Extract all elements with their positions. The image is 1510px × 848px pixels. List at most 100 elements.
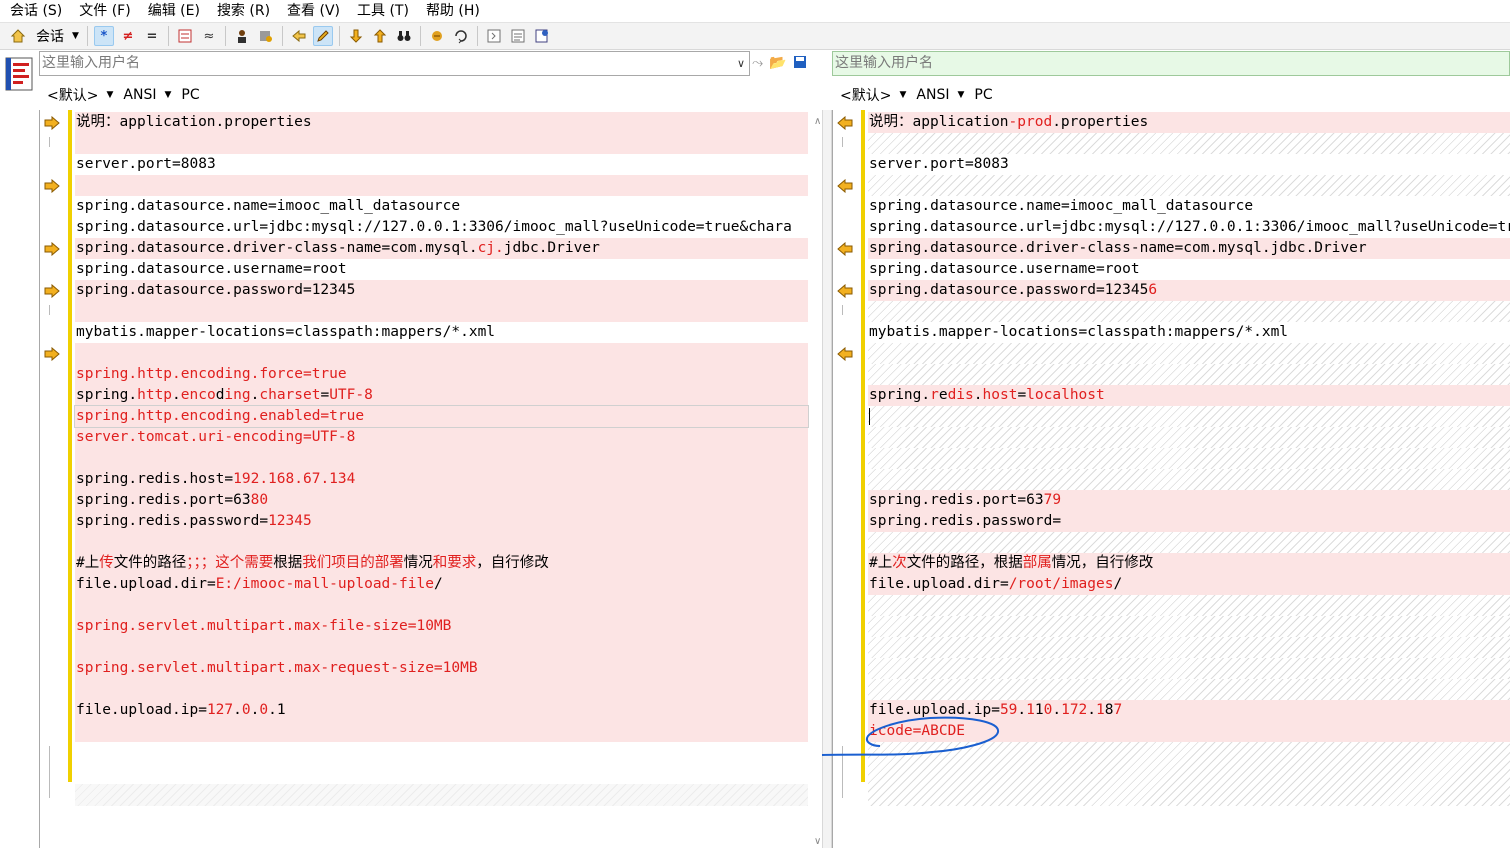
menu-search[interactable]: 搜索 (R)	[207, 0, 277, 22]
diff-line[interactable]	[868, 427, 1510, 448]
diff-line[interactable]: file.upload.dir=E:/imooc-mall-upload-fil…	[75, 574, 808, 595]
open-folder-icon[interactable]: 📂	[769, 55, 786, 73]
diff-line[interactable]: spring.datasource.name=imooc_mall_dataso…	[868, 196, 1510, 217]
menu-help[interactable]: 帮助 (H)	[416, 0, 487, 22]
diff-line[interactable]	[868, 301, 1510, 322]
rules-icon[interactable]	[232, 26, 252, 46]
chevron-down-icon[interactable]: ∨	[737, 52, 745, 75]
copy-right-arrow-icon[interactable]	[44, 116, 60, 130]
swap-icon[interactable]	[427, 26, 447, 46]
right-line-ending[interactable]: PC	[974, 87, 992, 103]
copy-right-arrow-icon[interactable]	[44, 347, 60, 361]
right-profile[interactable]: <默认>	[840, 85, 891, 105]
diff-line[interactable]: spring.redis.port=6380	[75, 490, 808, 511]
diff-line[interactable]: file.upload.ip=59.110.172.187	[868, 700, 1510, 721]
swap-arrow-icon[interactable]: ⤳	[752, 55, 763, 73]
diff-line[interactable]: icode=ABCDE	[868, 721, 1510, 742]
copy-left-arrow-icon[interactable]	[837, 242, 853, 256]
menu-edit[interactable]: 编辑 (E)	[138, 0, 207, 22]
diff-line[interactable]: #上次文件的路径，根据部属情况，自行修改	[868, 553, 1510, 574]
chevron-down-icon[interactable]: ▼	[164, 90, 171, 100]
diff-line[interactable]	[75, 448, 808, 469]
back-arrow-icon[interactable]	[289, 26, 309, 46]
diff-line[interactable]: spring.http.encoding.force=true	[75, 364, 808, 385]
diff-line[interactable]	[868, 406, 1510, 427]
show-all-icon[interactable]: *	[93, 26, 114, 46]
diff-line[interactable]: mybatis.mapper-locations=classpath:mappe…	[75, 322, 808, 343]
scroll-down-icon[interactable]: ∨	[814, 836, 821, 847]
diff-line[interactable]	[868, 343, 1510, 364]
diff-line[interactable]: server.port=8083	[868, 154, 1510, 175]
diff-line[interactable]	[868, 133, 1510, 154]
copy-right-arrow-icon[interactable]	[44, 179, 60, 193]
diff-line[interactable]: spring.http.encoding.enabled=true	[74, 405, 809, 428]
menu-view[interactable]: 查看 (V)	[277, 0, 347, 22]
copy-left-arrow-icon[interactable]	[837, 347, 853, 361]
chevron-down-icon[interactable]: ▼	[106, 90, 113, 100]
diff-line[interactable]	[868, 679, 1510, 700]
prev-diff-icon[interactable]	[370, 26, 390, 46]
diff-line[interactable]: spring.datasource.name=imooc_mall_dataso…	[75, 196, 808, 217]
copy-left-arrow-icon[interactable]	[837, 116, 853, 130]
diff-line[interactable]: 说明：application-prod.properties	[868, 112, 1510, 133]
diff-line[interactable]: spring.redis.password=12345	[75, 511, 808, 532]
menu-tools[interactable]: 工具 (T)	[347, 0, 416, 22]
diff-line[interactable]	[868, 532, 1510, 553]
diff-line[interactable]: spring.redis.host=localhost	[868, 385, 1510, 406]
diff-line[interactable]: spring.redis.port=6379	[868, 490, 1510, 511]
show-diff-icon[interactable]: ≠	[118, 26, 138, 46]
diff-line[interactable]	[868, 616, 1510, 637]
diff-line[interactable]	[75, 679, 808, 700]
diff-line[interactable]: spring.redis.host=192.168.67.134	[75, 469, 808, 490]
chevron-down-icon[interactable]: ▼	[957, 90, 964, 100]
diff-line[interactable]: spring.datasource.url=jdbc:mysql://127.0…	[75, 217, 808, 238]
diff-line[interactable]: spring.datasource.username=root	[868, 259, 1510, 280]
diff-line[interactable]: spring.datasource.password=12345	[75, 280, 808, 301]
diff-line[interactable]	[75, 595, 808, 616]
menu-session[interactable]: 会话 (S)	[0, 0, 69, 22]
diff-line[interactable]: #上传文件的路径；；；这个需要根据我们项目的部署情况和要求，自行修改	[75, 553, 808, 574]
find-binoculars-icon[interactable]	[394, 26, 414, 46]
diff-line[interactable]: server.port=8083	[75, 154, 808, 175]
diff-line[interactable]	[75, 532, 808, 553]
diff-line[interactable]	[75, 301, 808, 322]
diff-line[interactable]	[868, 469, 1510, 490]
diff-line[interactable]: spring.redis.password=	[868, 511, 1510, 532]
diff-line[interactable]: spring.servlet.multipart.max-request-siz…	[75, 658, 808, 679]
diff-line[interactable]: file.upload.ip=127.0.0.1	[75, 700, 808, 721]
diff-line[interactable]: spring.datasource.url=jdbc:mysql://127.0…	[868, 217, 1510, 238]
home-icon[interactable]	[8, 26, 28, 46]
left-profile[interactable]: <默认>	[47, 85, 98, 105]
save-icon[interactable]	[793, 55, 807, 73]
diff-line[interactable]: spring.datasource.driver-class-name=com.…	[868, 238, 1510, 259]
diff-line[interactable]	[868, 448, 1510, 469]
right-encoding[interactable]: ANSI	[916, 87, 949, 103]
copy-right-arrow-icon[interactable]	[44, 284, 60, 298]
copy-right-arrow-icon[interactable]	[44, 242, 60, 256]
copy-left-arrow-icon[interactable]	[837, 179, 853, 193]
copy-left-arrow-icon[interactable]	[837, 284, 853, 298]
left-text-pane[interactable]: 说明：application.properties server.port=808…	[39, 110, 822, 848]
show-same-icon[interactable]: =	[142, 26, 162, 46]
diff-line[interactable]: spring.datasource.username=root	[75, 259, 808, 280]
refresh-icon[interactable]	[451, 26, 471, 46]
left-line-ending[interactable]: PC	[181, 87, 199, 103]
pane-splitter[interactable]	[822, 110, 832, 848]
format-icon[interactable]	[256, 26, 276, 46]
diff-line[interactable]: spring.datasource.driver-class-name=com.…	[75, 238, 808, 259]
diff-line[interactable]	[868, 658, 1510, 679]
report-icon[interactable]	[532, 26, 552, 46]
diff-line[interactable]	[75, 343, 808, 364]
right-text-pane[interactable]: 说明：application-prod.properties server.por…	[832, 110, 1510, 848]
diff-line[interactable]: mybatis.mapper-locations=classpath:mappe…	[868, 322, 1510, 343]
edit-pencil-icon[interactable]	[312, 26, 333, 46]
diff-line[interactable]	[868, 637, 1510, 658]
diff-line[interactable]: spring.http.encoding.charset=UTF-8	[75, 385, 808, 406]
menu-file[interactable]: 文件 (F)	[69, 0, 137, 22]
minor-icon[interactable]: ≈	[199, 26, 219, 46]
diff-line[interactable]: 说明：application.properties	[75, 112, 808, 133]
diff-line[interactable]	[868, 595, 1510, 616]
diff-line[interactable]	[868, 175, 1510, 196]
diff-line[interactable]: spring.servlet.multipart.max-file-size=1…	[75, 616, 808, 637]
diff-line[interactable]	[75, 133, 808, 154]
